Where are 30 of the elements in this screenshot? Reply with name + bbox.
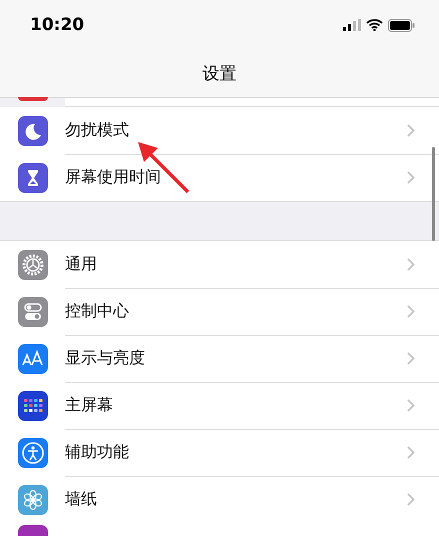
toggles-icon — [18, 296, 48, 326]
flower-icon — [18, 484, 48, 514]
status-time: 10:20 — [30, 15, 84, 35]
app-grid-icon — [18, 390, 48, 420]
chevron-icon — [407, 258, 415, 270]
battery-icon — [388, 18, 415, 32]
settings-item[interactable]: 控制中心 — [65, 300, 129, 322]
chevron-icon — [407, 171, 415, 184]
page-title: 设置 — [202, 63, 236, 85]
hourglass-icon — [18, 162, 48, 192]
settings-item[interactable]: 辅助功能 — [65, 442, 129, 462]
chevron-icon — [407, 352, 415, 364]
chevron-icon — [407, 398, 415, 412]
settings-item[interactable]: 显示与亮度 — [65, 348, 145, 368]
settings-item[interactable]: 墙纸 — [65, 489, 97, 510]
chevron-icon — [407, 493, 415, 506]
chevron-icon — [407, 304, 415, 318]
app-icon — [18, 97, 48, 101]
chevron-icon — [407, 124, 415, 136]
gear-icon — [18, 250, 48, 280]
signal-icon — [343, 19, 361, 31]
settings-item[interactable]: 通用 — [65, 254, 97, 274]
wifi-icon — [366, 19, 383, 31]
settings-item[interactable]: 屏幕使用时间 — [65, 167, 161, 188]
text-size-icon — [18, 344, 48, 374]
accessibility-icon — [18, 438, 48, 468]
settings-item[interactable]: 勿扰模式 — [65, 120, 129, 140]
moon-icon — [18, 116, 48, 146]
chevron-icon — [407, 446, 415, 458]
settings-item[interactable]: 主屏幕 — [65, 394, 113, 416]
